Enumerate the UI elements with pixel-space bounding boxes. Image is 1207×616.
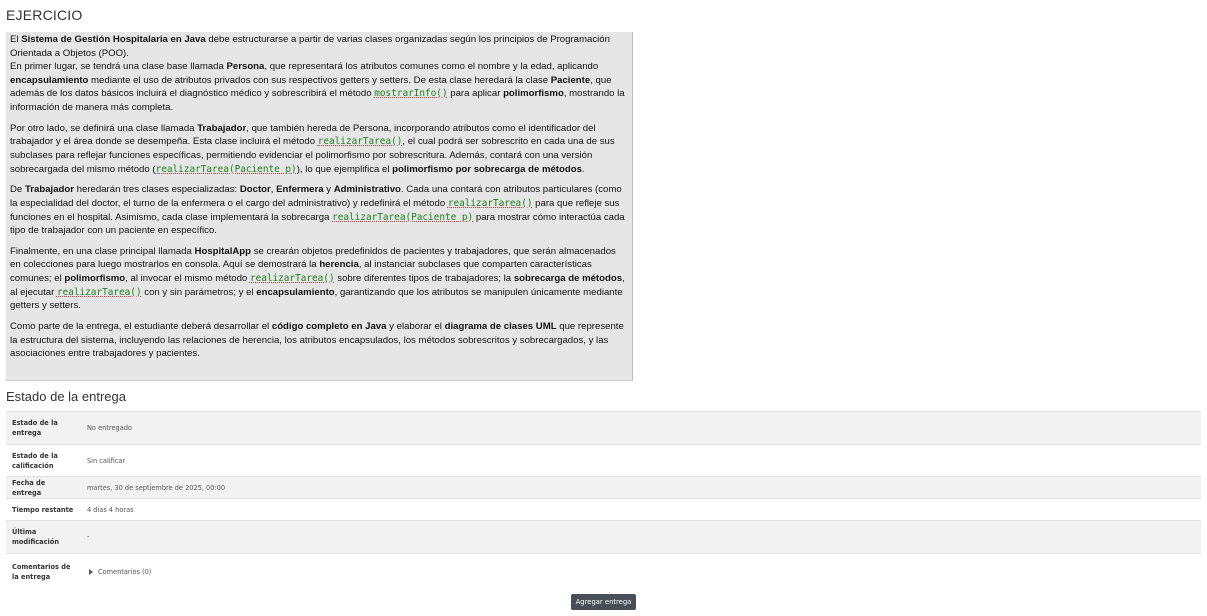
table-row: Comentarios de la entrega Comentarios (0… [6,553,1201,591]
code-snippet: realizarTarea(Paciente p) [332,211,474,223]
code-snippet: realizarTarea(Paciente p) [155,163,297,175]
code-snippet: realizarTarea() [447,197,533,209]
table-row: Estado de la calificación Sin calificar [6,444,1201,477]
row-label: Estado de la calificación [6,444,81,477]
code-snippet: realizarTarea() [249,273,335,285]
code-snippet: realizarTarea() [56,286,142,298]
row-label: Fecha de entrega [6,476,81,499]
table-row: Última modificación - [6,520,1201,554]
row-label: Comentarios de la entrega [6,553,81,591]
exercise-paragraph-4: Finalmente, en una clase principal llama… [10,245,625,312]
row-label: Tiempo restante [6,498,81,521]
table-row: Estado de la entrega No entregado [6,411,1201,445]
row-value: Sin calificar [81,444,1201,477]
row-value: 4 días 4 horas [81,498,1201,521]
comments-link[interactable]: Comentarios (0) [98,568,151,576]
code-snippet: realizarTarea() [317,136,403,148]
exercise-description: El Sistema de Gestión Hospitalaria en Ja… [6,32,633,381]
caret-right-icon [89,569,93,576]
table-row: Tiempo restante 4 días 4 horas [6,498,1201,521]
table-row: Fecha de entrega martes, 30 de septiembr… [6,476,1201,499]
submission-status-title: Estado de la entrega [6,389,126,404]
row-value: martes, 30 de septiembre de 2025, 00:00 [81,476,1201,499]
row-label: Última modificación [6,520,81,554]
row-label: Estado de la entrega [6,411,81,445]
code-snippet: mostrarInfo() [374,88,448,100]
add-submission-button[interactable]: Agregar entrega [571,594,636,610]
row-value: No entregado [81,411,1201,445]
page-title: EJERCICIO [6,7,83,23]
submission-status-table: Estado de la entrega No entregado Estado… [6,411,1201,591]
exercise-paragraph-1: El Sistema de Gestión Hospitalaria en Ja… [10,34,625,113]
exercise-paragraph-5: Como parte de la entrega, el estudiante … [10,321,624,360]
row-value: - [81,520,1201,554]
comments-toggle[interactable]: Comentarios (0) [81,553,1201,591]
exercise-paragraph-3: De Trabajador heredarán tres clases espe… [10,184,625,237]
exercise-paragraph-2: Por otro lado, se definirá una clase lla… [10,122,615,175]
